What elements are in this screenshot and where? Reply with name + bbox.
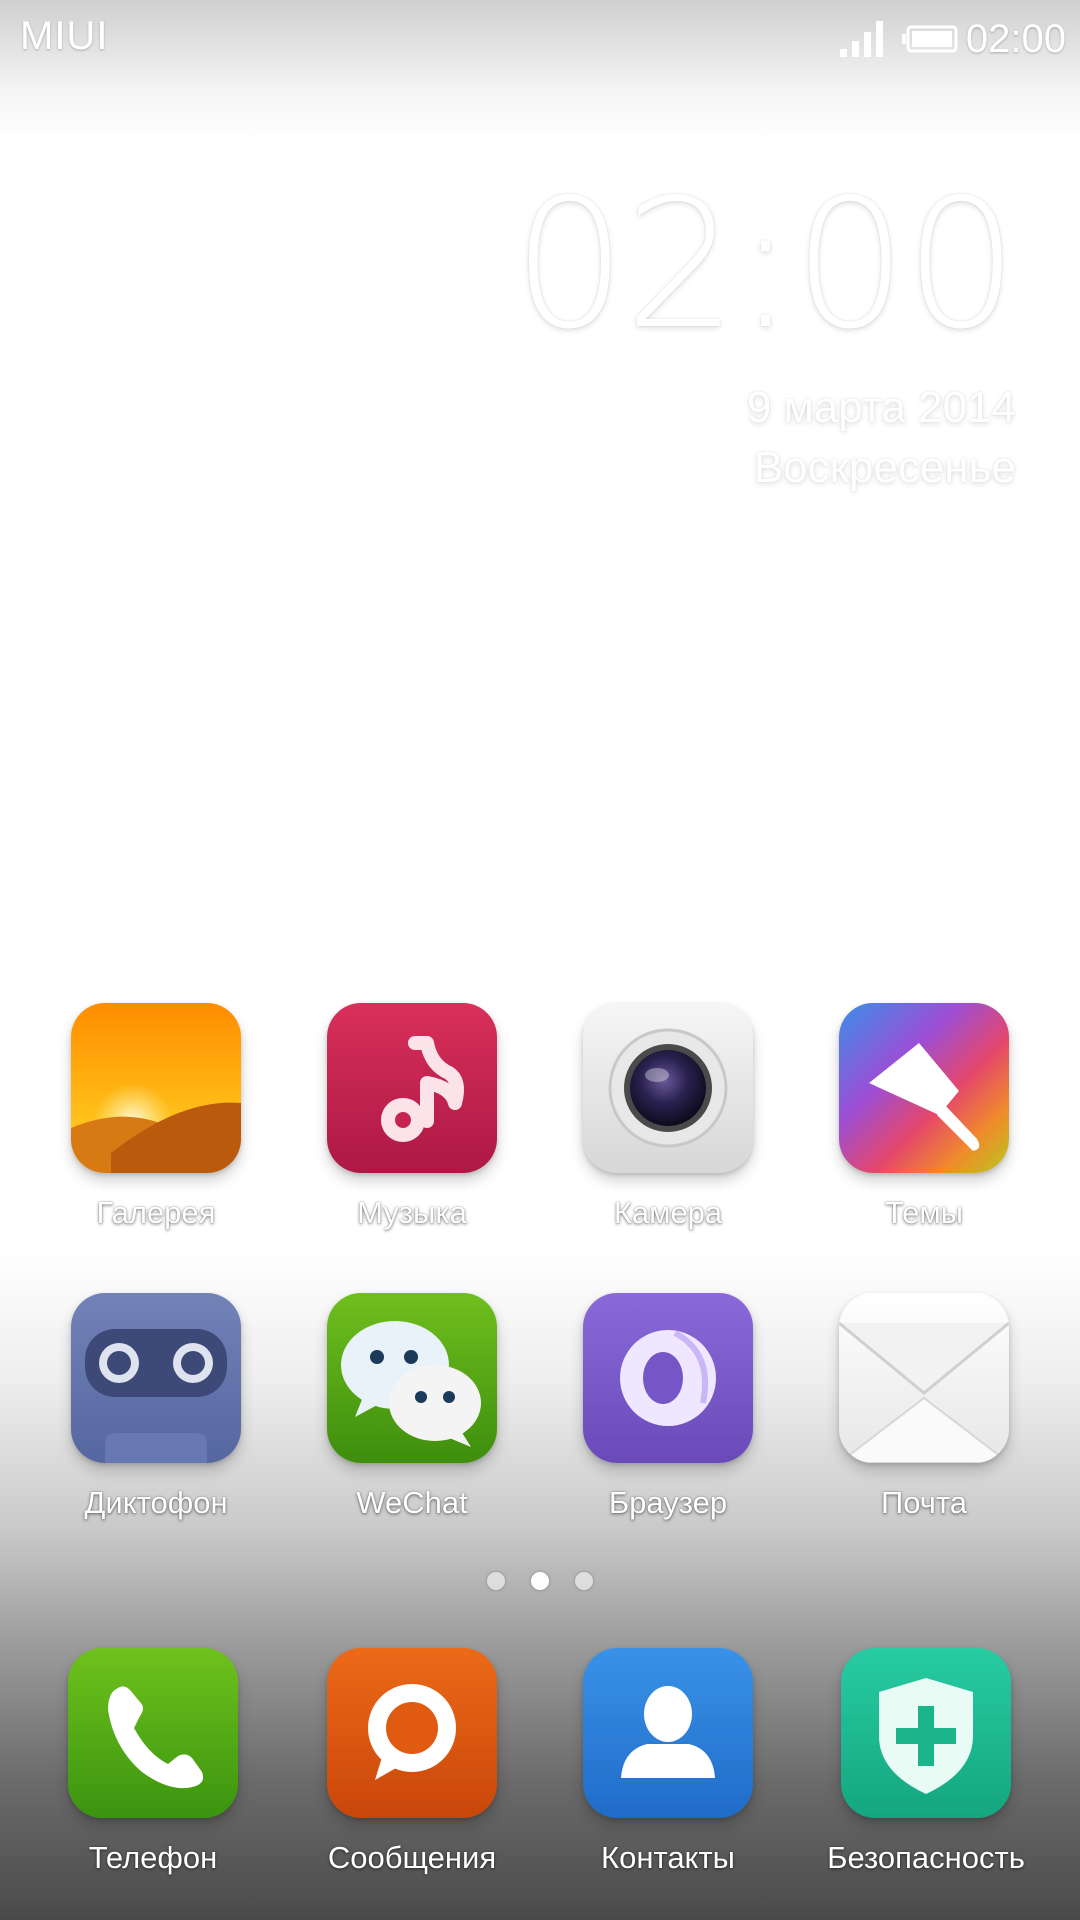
app-label: Музыка: [357, 1195, 467, 1230]
clock-weekday: Воскресенье: [753, 443, 1016, 492]
app-browser[interactable]: Браузер: [548, 1293, 788, 1521]
dock-security[interactable]: Безопасность: [806, 1648, 1046, 1876]
page-dot-active[interactable]: [531, 1572, 549, 1590]
status-time: 02:00: [965, 16, 1066, 61]
dock-contacts[interactable]: Контакты: [548, 1648, 788, 1876]
app-label: Сообщения: [327, 1840, 497, 1875]
carrier-name: MIUI: [20, 14, 109, 58]
app-wechat[interactable]: WeChat: [292, 1293, 532, 1521]
mail-icon: [839, 1293, 1009, 1463]
page-indicator: [0, 1572, 1080, 1590]
app-label: Контакты: [601, 1840, 735, 1875]
security-icon: [841, 1648, 1011, 1818]
app-themes[interactable]: Темы: [804, 1003, 1044, 1231]
app-label: Почта: [880, 1485, 968, 1520]
clock-widget[interactable]: 02:00 9 марта 2014 Воскресенье: [513, 161, 1018, 498]
app-label: Галерея: [96, 1195, 216, 1230]
page-dot[interactable]: [487, 1572, 505, 1590]
dock-messages[interactable]: Сообщения: [292, 1648, 532, 1876]
app-label: WeChat: [356, 1485, 468, 1520]
phone-icon: [68, 1648, 238, 1818]
messages-icon: [327, 1648, 497, 1818]
app-music[interactable]: Музыка: [292, 1003, 532, 1231]
app-mail[interactable]: Почта: [804, 1293, 1044, 1521]
app-label: Темы: [884, 1195, 964, 1230]
page-dot[interactable]: [575, 1572, 593, 1590]
contacts-icon: [583, 1648, 753, 1818]
app-label: Диктофон: [84, 1485, 228, 1520]
dock-phone[interactable]: Телефон: [33, 1648, 273, 1876]
signal-icon: [839, 21, 883, 57]
clock-time: 02:00: [513, 161, 1018, 368]
app-label: Безопасность: [827, 1840, 1025, 1875]
app-label: Камера: [613, 1195, 723, 1230]
app-label: Телефон: [88, 1840, 218, 1875]
music-icon: [327, 1003, 497, 1173]
app-recorder[interactable]: Диктофон: [36, 1293, 276, 1521]
app-label: Браузер: [608, 1485, 728, 1520]
gallery-icon: [71, 1003, 241, 1173]
recorder-icon: [71, 1293, 241, 1463]
browser-icon: [583, 1293, 753, 1463]
wechat-icon: [327, 1293, 497, 1463]
camera-icon: [583, 1003, 753, 1173]
app-camera[interactable]: Камера: [548, 1003, 788, 1231]
app-gallery[interactable]: Галерея: [36, 1003, 276, 1231]
clock-date: 9 марта 2014: [746, 383, 1016, 432]
status-bar: MIUI 02:00: [0, 0, 1080, 80]
battery-icon: [901, 25, 958, 53]
themes-icon: [839, 1003, 1009, 1173]
